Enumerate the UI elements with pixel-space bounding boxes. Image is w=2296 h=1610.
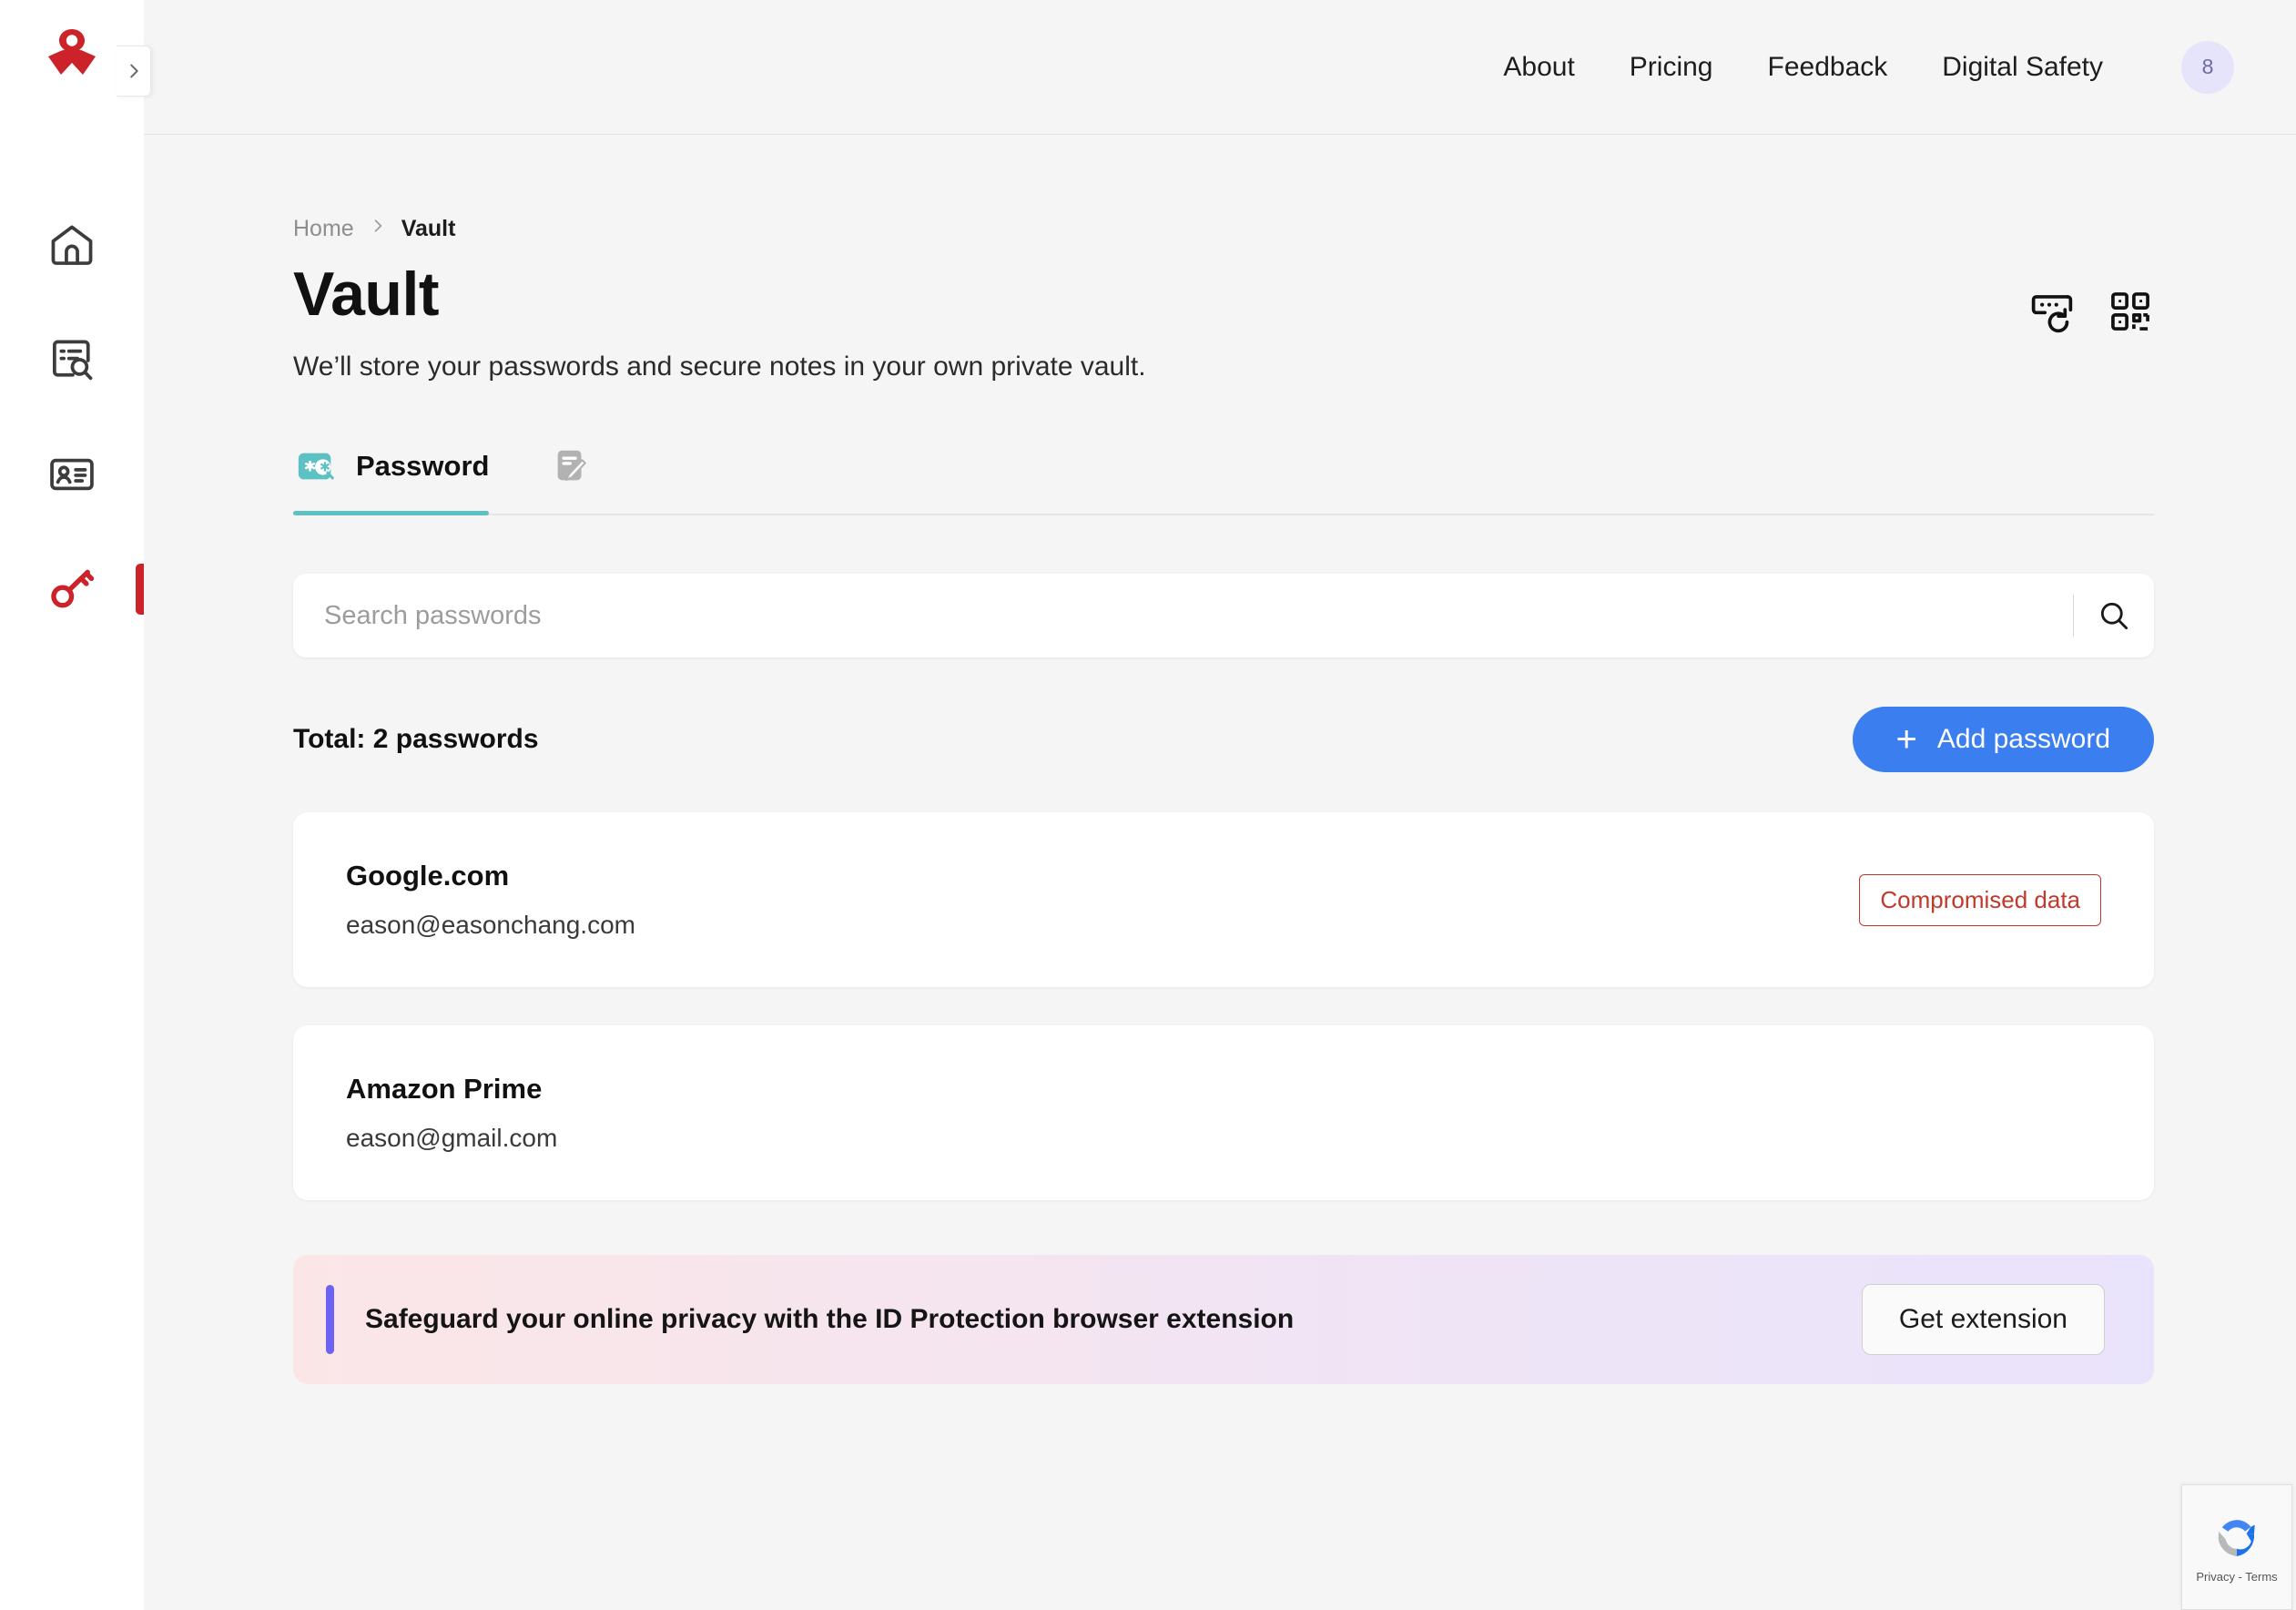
entry-title: Amazon Prime [346,1073,543,1105]
sidebar-item-vault[interactable] [0,532,144,647]
recaptcha-badge[interactable]: Privacy - Terms [2181,1484,2292,1610]
password-asterisk-icon: ✱✱ ✱ [293,443,340,490]
key-icon [51,569,95,608]
top-header: About Pricing Feedback Digital Safety 8 [144,0,2296,135]
tab-password-label: Password [356,450,490,482]
chevron-right-icon [129,64,138,78]
sidebar-item-home[interactable] [0,188,144,302]
content-area: Home Vault Vault We’ll store your passwo… [144,135,2296,1610]
secure-note-icon [547,443,594,490]
banner-left: Safeguard your online privacy with the I… [326,1285,1294,1354]
nav-link-feedback[interactable]: Feedback [1741,52,1915,83]
banner-text: Safeguard your online privacy with the I… [365,1304,1295,1334]
banner-accent-bar [326,1285,334,1354]
add-password-button[interactable]: + Add password [1852,707,2154,772]
sidebar-item-identity[interactable] [0,417,144,532]
avatar[interactable]: 8 [2181,40,2234,94]
sidebar-nav [0,188,144,647]
password-generator-icon[interactable] [2028,288,2076,335]
status-badge[interactable]: Compromised data [1859,873,2101,926]
page-title-actions [2028,288,2154,335]
nav-link-about[interactable]: About [1476,52,1601,83]
nav-link-pricing[interactable]: Pricing [1602,52,1741,83]
search-icon[interactable] [2074,574,2154,657]
qr-code-icon[interactable] [2107,288,2154,335]
tab-password[interactable]: ✱✱ ✱ Password [293,443,490,515]
app-root: About Pricing Feedback Digital Safety 8 … [0,0,2296,1610]
get-extension-button[interactable]: Get extension [1861,1284,2105,1355]
list-header: Total: 2 passwords + Add password [293,707,2154,772]
avira-logo-icon[interactable] [39,20,105,86]
id-card-icon [50,458,94,491]
breadcrumb-current: Vault [401,215,456,241]
breadcrumb-separator-icon [369,215,387,242]
recaptcha-terms[interactable]: Privacy - Terms [2196,1570,2277,1584]
total-passwords-label: Total: 2 passwords [293,724,539,754]
add-password-label: Add password [1936,724,2110,754]
breadcrumb-home[interactable]: Home [293,216,354,242]
search-bar [293,574,2154,657]
home-icon [51,225,93,265]
entry-username: eason@easonchang.com [346,911,635,939]
search-input[interactable] [293,600,2073,631]
extension-promo-banner: Safeguard your online privacy with the I… [293,1255,2154,1384]
vault-tabs: ✱✱ ✱ Password [293,443,2154,515]
entry-username: eason@gmail.com [346,1124,558,1152]
main-area: About Pricing Feedback Digital Safety 8 … [144,0,2296,1610]
password-entry-row[interactable]: Amazon Prime eason@gmail.com [293,1025,2154,1200]
nav-link-digital-safety[interactable]: Digital Safety [1915,52,2130,83]
sidebar [0,0,151,1610]
page-subtitle: We’ll store your passwords and secure no… [293,352,1146,382]
recaptcha-icon [2218,1519,2255,1556]
plus-icon: + [1895,719,1917,759]
password-entry-row[interactable]: Google.com eason@easonchang.com Compromi… [293,812,2154,987]
page-title-row: Vault [293,260,2154,335]
active-indicator [136,564,144,615]
page-title: Vault [293,260,440,329]
entry-texts: Google.com eason@easonchang.com [346,860,635,940]
entry-texts: Amazon Prime eason@gmail.com [346,1073,557,1153]
breadcrumb: Home Vault [293,215,2154,242]
sidebar-item-scan[interactable] [0,302,144,417]
document-search-icon [53,340,93,381]
tab-secure-notes[interactable] [547,443,610,514]
password-list: Google.com eason@easonchang.com Compromi… [293,812,2154,1200]
top-navigation: About Pricing Feedback Digital Safety [1476,52,2130,83]
entry-title: Google.com [346,860,510,892]
sidebar-expand-button[interactable] [117,46,151,97]
